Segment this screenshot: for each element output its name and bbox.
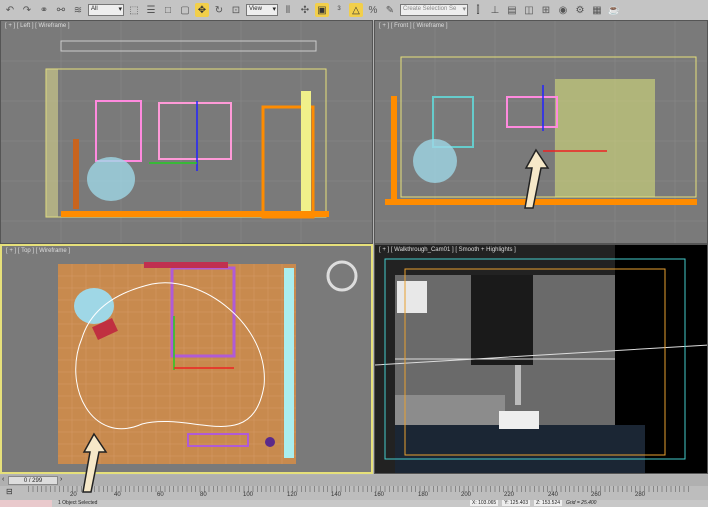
- viewport-label[interactable]: [ + ] [ Top ] [ Wireframe ]: [6, 248, 70, 254]
- camera-view-render: [375, 245, 707, 473]
- material-editor-icon[interactable]: ◉: [556, 3, 570, 17]
- align-icon[interactable]: ⊥: [488, 3, 502, 17]
- status-bar: 1 Object Selected X: 103.065 Y: 125.403 …: [0, 500, 708, 507]
- annotation-arrow-icon: [82, 432, 108, 493]
- annotation-arrow-icon: [524, 148, 550, 209]
- viewport-label[interactable]: [ + ] [ Left ] [ Wireframe ]: [5, 23, 70, 29]
- tick-label: 180: [418, 492, 429, 498]
- tick-label: 40: [114, 492, 121, 498]
- tick-label: 160: [374, 492, 385, 498]
- pivot-icon[interactable]: ✣: [298, 3, 312, 17]
- viewport-label[interactable]: [ + ] [ Front ] [ Wireframe ]: [379, 23, 448, 29]
- angle-snap-icon[interactable]: ³: [332, 3, 346, 17]
- render-icon[interactable]: ☕: [607, 3, 621, 17]
- named-selection-input[interactable]: Create Selection Se: [400, 4, 468, 16]
- rotate-icon[interactable]: ↻: [212, 3, 226, 17]
- select-object-icon[interactable]: ⬚: [127, 3, 141, 17]
- y-coord-field[interactable]: Y: 125.403: [502, 500, 531, 506]
- select-by-name-icon[interactable]: ☰: [144, 3, 158, 17]
- edit-named-sel-icon[interactable]: ✎: [383, 3, 397, 17]
- mirror-tool-icon[interactable]: ⫿: [471, 3, 485, 17]
- top-view-wireframe: [58, 260, 358, 464]
- left-view-wireframe: [1, 21, 372, 243]
- percent-snap-icon[interactable]: △: [349, 3, 363, 17]
- redo-icon[interactable]: ↷: [20, 3, 34, 17]
- z-coord-field[interactable]: Z: 153.524: [534, 500, 563, 506]
- viewport-top[interactable]: [ + ] [ Top ] [ Wireframe ]: [0, 244, 373, 474]
- tick-label: 220: [504, 492, 515, 498]
- render-setup-icon[interactable]: ⚙: [573, 3, 587, 17]
- tick-label: 80: [200, 492, 207, 498]
- tick-label: 200: [461, 492, 472, 498]
- layer-icon[interactable]: ▤: [505, 3, 519, 17]
- reference-coord-dropdown[interactable]: View: [246, 4, 278, 16]
- maxscript-listener[interactable]: [0, 500, 52, 507]
- snap-3d-icon[interactable]: ▣: [315, 3, 329, 17]
- bind-space-warp-icon[interactable]: ≋: [71, 3, 85, 17]
- viewport-camera[interactable]: [ + ] [ Walkthrough_Cam01 ] [ Smooth + H…: [374, 244, 708, 474]
- window-crossing-icon[interactable]: ▢: [178, 3, 192, 17]
- grid-size: Grid = 25.400: [566, 500, 597, 506]
- spinner-snap-icon[interactable]: %: [366, 3, 380, 17]
- tick-label: 280: [635, 492, 646, 498]
- unlink-icon[interactable]: ⚯: [54, 3, 68, 17]
- time-slider-thumb[interactable]: 0 / 299: [8, 476, 58, 485]
- x-coord-field[interactable]: X: 103.065: [470, 500, 499, 506]
- schematic-icon[interactable]: ⊞: [539, 3, 553, 17]
- tick-label: 100: [243, 492, 254, 498]
- undo-icon[interactable]: ↶: [3, 3, 17, 17]
- viewcube-icon: [326, 260, 358, 292]
- status-message: 1 Object Selected: [58, 500, 98, 506]
- move-icon[interactable]: ✥: [195, 3, 209, 17]
- mirror-icon[interactable]: ⫴: [281, 3, 295, 17]
- track-bar-icon[interactable]: ⊟: [6, 487, 13, 496]
- viewport-label[interactable]: [ + ] [ Walkthrough_Cam01 ] [ Smooth + H…: [379, 247, 516, 253]
- scale-icon[interactable]: ⊡: [229, 3, 243, 17]
- tick-label: 20: [70, 492, 77, 498]
- prev-frame-icon[interactable]: ‹: [2, 476, 4, 483]
- link-icon[interactable]: ⚭: [37, 3, 51, 17]
- viewport-left[interactable]: [ + ] [ Left ] [ Wireframe ]: [0, 20, 373, 244]
- tick-label: 260: [591, 492, 602, 498]
- main-toolbar: ↶ ↷ ⚭ ⚯ ≋ All ⬚ ☰ □ ▢ ✥ ↻ ⊡ View ⫴ ✣ ▣ ³…: [0, 0, 708, 20]
- tick-label: 60: [157, 492, 164, 498]
- curve-editor-icon[interactable]: ◫: [522, 3, 536, 17]
- tick-label: 240: [548, 492, 559, 498]
- tick-label: 140: [331, 492, 342, 498]
- next-frame-icon[interactable]: ›: [60, 476, 62, 483]
- tick-label: 120: [287, 492, 298, 498]
- render-frame-icon[interactable]: ▦: [590, 3, 604, 17]
- selection-filter-dropdown[interactable]: All: [88, 4, 124, 16]
- rect-region-icon[interactable]: □: [161, 3, 175, 17]
